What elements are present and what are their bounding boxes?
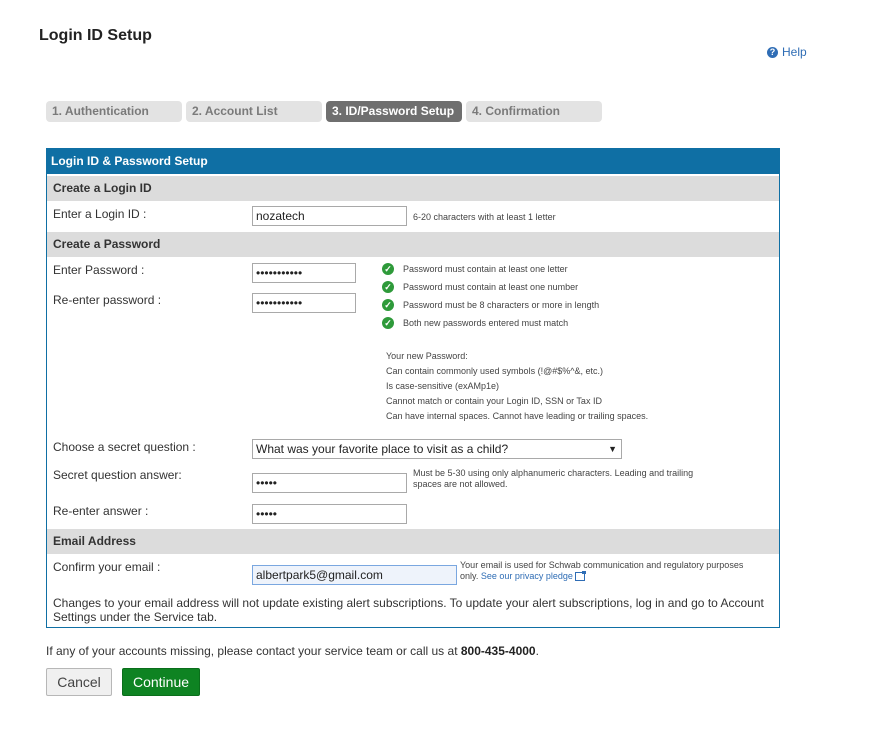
- step-authentication: 1. Authentication: [46, 101, 182, 122]
- secret-question-label: Choose a secret question :: [53, 440, 196, 454]
- password-info: Your new Password: Can contain commonly …: [386, 349, 648, 424]
- password-rule: ✓ Password must be 8 characters or more …: [382, 296, 599, 314]
- section-create-login-id: Create a Login ID: [47, 176, 779, 201]
- question-circle-icon: ?: [767, 46, 778, 58]
- help-label: Help: [782, 45, 807, 59]
- email-hint: Your email is used for Schwab communicat…: [460, 560, 750, 582]
- footer-contact-message: If any of your accounts missing, please …: [46, 644, 461, 658]
- section-create-password: Create a Password: [47, 232, 779, 257]
- step-id-password-setup: 3. ID/Password Setup: [326, 101, 462, 122]
- rule-text: Password must contain at least one numbe…: [403, 282, 579, 292]
- step-account-list: 2. Account List: [186, 101, 322, 122]
- password-label: Enter Password :: [53, 263, 145, 277]
- reenter-password-input[interactable]: •••••••••••: [252, 293, 356, 313]
- rule-text: Both new passwords entered must match: [403, 318, 569, 328]
- password-input[interactable]: •••••••••••: [252, 263, 356, 283]
- help-link[interactable]: ? Help: [767, 45, 807, 59]
- password-rule: ✓ Password must contain at least one num…: [382, 278, 599, 296]
- password-info-line: Can have internal spaces. Cannot have le…: [386, 411, 649, 421]
- secret-answer-input[interactable]: •••••: [252, 473, 407, 493]
- secret-question-select[interactable]: What was your favorite place to visit as…: [252, 439, 622, 459]
- continue-button[interactable]: Continue: [122, 668, 200, 696]
- setup-panel: Login ID & Password Setup Create a Login…: [46, 148, 780, 628]
- login-id-label: Enter a Login ID :: [53, 207, 147, 221]
- external-link-icon: [574, 571, 586, 582]
- email-change-note: Changes to your email address will not u…: [53, 596, 764, 624]
- confirm-email-label: Confirm your email :: [53, 560, 161, 574]
- reenter-password-label: Re-enter password :: [53, 293, 162, 307]
- step-confirmation: 4. Confirmation: [466, 101, 602, 122]
- reenter-answer-label: Re-enter answer :: [53, 504, 149, 518]
- password-rule: ✓ Password must contain at least one let…: [382, 260, 599, 278]
- password-info-line: Your new Password:: [386, 351, 468, 361]
- cancel-button[interactable]: Cancel: [46, 668, 112, 696]
- dropdown-arrow-icon: ▼: [608, 444, 617, 454]
- section-email-address: Email Address: [47, 529, 779, 554]
- password-rules: ✓ Password must contain at least one let…: [382, 260, 599, 332]
- panel-header: Login ID & Password Setup: [47, 149, 779, 174]
- check-circle-icon: ✓: [382, 281, 394, 293]
- page-title: Login ID Setup: [39, 27, 152, 44]
- login-id-hint: 6-20 characters with at least 1 letter: [413, 212, 556, 222]
- footer-contact-text: If any of your accounts missing, please …: [46, 644, 539, 658]
- privacy-pledge-link[interactable]: See our privacy pledge: [481, 571, 573, 581]
- check-circle-icon: ✓: [382, 317, 394, 329]
- password-info-line: Cannot match or contain your Login ID, S…: [386, 396, 602, 406]
- secret-answer-label: Secret question answer:: [53, 468, 182, 482]
- rule-text: Password must contain at least one lette…: [403, 264, 568, 274]
- footer-phone: 800-435-4000: [460, 644, 536, 658]
- secret-question-value: What was your favorite place to visit as…: [256, 442, 509, 456]
- confirm-email-input[interactable]: albertpark5@gmail.com: [252, 565, 457, 585]
- reenter-answer-input[interactable]: •••••: [252, 504, 407, 524]
- footer-period: .: [535, 644, 539, 658]
- rule-text: Password must be 8 characters or more in…: [403, 300, 600, 310]
- check-circle-icon: ✓: [382, 299, 394, 311]
- password-info-line: Can contain commonly used symbols (!@#$%…: [386, 366, 603, 376]
- secret-answer-hint: Must be 5-30 using only alphanumeric cha…: [413, 468, 694, 489]
- check-circle-icon: ✓: [382, 263, 394, 275]
- password-rule: ✓ Both new passwords entered must match: [382, 314, 599, 332]
- login-id-input[interactable]: nozatech: [252, 206, 407, 226]
- password-info-line: Is case-sensitive (exAMp1e): [386, 381, 500, 391]
